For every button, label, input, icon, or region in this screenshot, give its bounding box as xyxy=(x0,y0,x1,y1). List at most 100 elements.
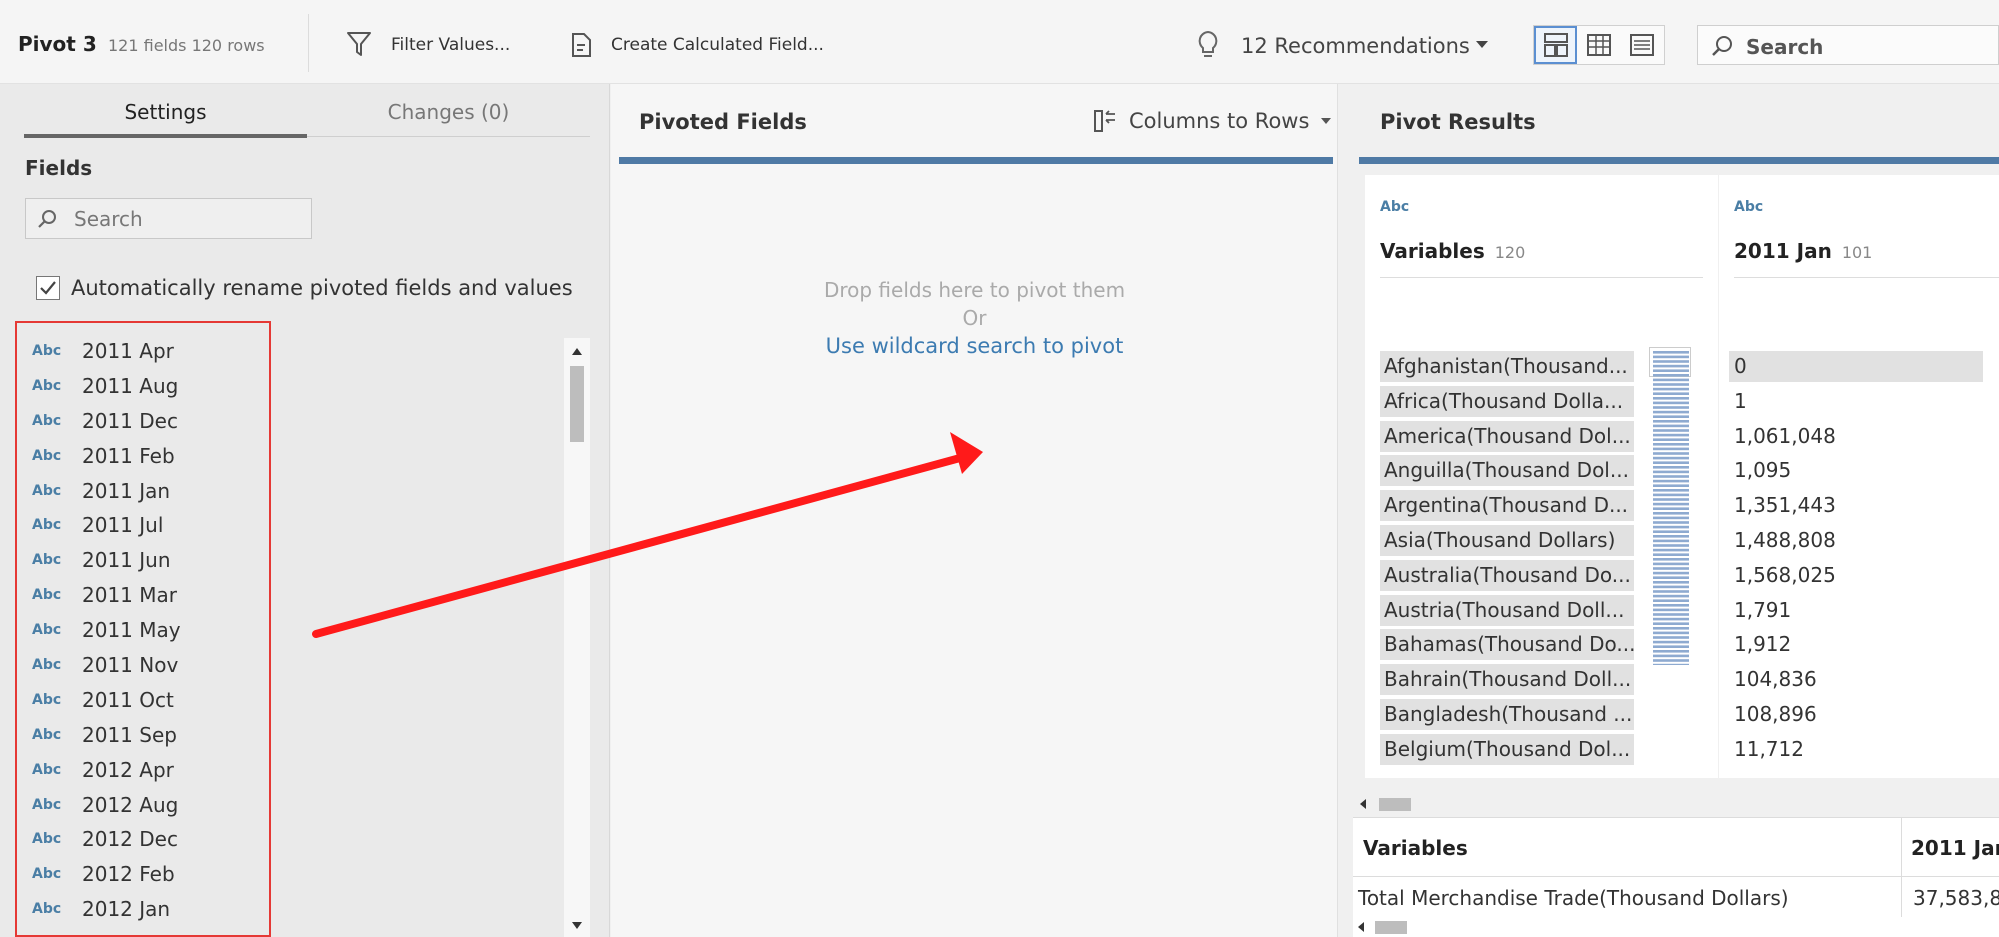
list-item[interactable]: 108,896 xyxy=(1729,697,1999,732)
histogram-bar xyxy=(1653,456,1689,460)
list-item[interactable]: Bahrain(Thousand Doll... xyxy=(1380,662,1634,697)
scroll-up-icon[interactable] xyxy=(571,346,583,356)
value-label: 1,568,025 xyxy=(1734,562,1836,587)
table-cell[interactable]: Total Merchandise Trade(Thousand Dollars… xyxy=(1358,886,1789,910)
value-label: 1,351,443 xyxy=(1734,493,1836,518)
histogram-bar xyxy=(1653,535,1689,538)
variables-card-header: Variables 120 xyxy=(1380,239,1525,263)
list-item[interactable]: Argentina(Thousand D... xyxy=(1380,488,1634,523)
list-item[interactable]: 1,488,808 xyxy=(1729,523,1999,558)
toolbar-divider xyxy=(308,14,309,72)
pivoted-fields-title: Pivoted Fields xyxy=(639,110,807,134)
field-list-item[interactable]: Abc 2011 Feb xyxy=(27,444,267,479)
filter-icon[interactable] xyxy=(346,30,372,58)
card-view-button[interactable] xyxy=(1534,26,1578,64)
auto-rename-checkbox[interactable] xyxy=(36,276,60,300)
list-item[interactable]: 1,351,443 xyxy=(1729,488,1999,523)
column-header-2011-jan[interactable]: 2011 Jan xyxy=(1911,836,1999,860)
wildcard-search-link[interactable]: Use wildcard search to pivot xyxy=(611,334,1338,358)
list-item[interactable]: Afghanistan(Thousand... xyxy=(1380,349,1634,384)
table-view-button[interactable] xyxy=(1577,26,1620,64)
field-name: 2011 May xyxy=(82,618,181,643)
list-item[interactable]: Belgium(Thousand Dol... xyxy=(1380,732,1634,767)
scrollbar-thumb[interactable] xyxy=(1379,798,1411,811)
field-list-item[interactable]: Abc 2011 Oct xyxy=(27,688,267,723)
field-list-scrollbar[interactable] xyxy=(564,338,590,937)
histogram-bar xyxy=(1653,627,1689,630)
list-item[interactable]: America(Thousand Dol... xyxy=(1380,419,1634,454)
field-list-item[interactable]: Abc 2012 Jan xyxy=(27,897,267,932)
toolbar-search-placeholder: Search xyxy=(1746,35,1824,59)
list-item[interactable]: 1,912 xyxy=(1729,627,1999,662)
list-view-button[interactable] xyxy=(1621,26,1664,64)
list-item[interactable]: 1,791 xyxy=(1729,593,1999,628)
field-list-item[interactable]: Abc 2011 Sep xyxy=(27,723,267,758)
histogram-bar xyxy=(1653,562,1689,566)
field-list-item[interactable]: Abc 2012 Aug xyxy=(27,793,267,828)
list-item[interactable]: Africa(Thousand Dolla... xyxy=(1380,384,1634,419)
jan-2011-profile-card[interactable]: Abc 2011 Jan 101 0 1 1,061,048 1,095 1,351,44… xyxy=(1719,175,1999,778)
lightbulb-icon[interactable] xyxy=(1196,30,1220,60)
list-item[interactable]: Asia(Thousand Dollars) xyxy=(1380,523,1634,558)
field-list-item[interactable]: Abc 2012 Apr xyxy=(27,758,267,793)
field-list-item[interactable]: Abc 2012 Feb xyxy=(27,862,267,897)
value-label: 1,488,808 xyxy=(1734,527,1836,552)
chevron-down-icon[interactable] xyxy=(1474,36,1490,52)
table-cell[interactable]: 37,583,82 xyxy=(1913,886,1999,910)
string-type-icon: Abc xyxy=(32,412,62,429)
scroll-left-icon[interactable] xyxy=(1357,922,1365,932)
columns-to-rows-icon[interactable] xyxy=(1093,108,1117,134)
create-calculated-field-button[interactable]: Create Calculated Field... xyxy=(611,35,824,55)
step-title[interactable]: Pivot 3 xyxy=(18,32,97,56)
column-header-variables[interactable]: Variables xyxy=(1363,836,1468,860)
tab-changes[interactable]: Changes (0) xyxy=(307,100,590,140)
card-divider xyxy=(1734,277,1999,278)
list-item[interactable]: 1 xyxy=(1729,384,1999,419)
list-item[interactable]: 104,836 xyxy=(1729,662,1999,697)
chevron-down-icon[interactable] xyxy=(1321,116,1331,126)
list-item[interactable]: Australia(Thousand Do... xyxy=(1380,558,1634,593)
recommendations-button[interactable]: 12 Recommendations xyxy=(1241,34,1470,58)
search-icon xyxy=(38,210,56,228)
filter-values-button[interactable]: Filter Values... xyxy=(391,35,510,55)
value-histogram[interactable] xyxy=(1649,347,1691,665)
list-item[interactable]: 1,095 xyxy=(1729,453,1999,488)
cards-horizontal-scrollbar[interactable] xyxy=(1359,794,1999,814)
field-list-item[interactable]: Abc 2012 Dec xyxy=(27,827,267,862)
list-item[interactable]: Anguilla(Thousand Dol... xyxy=(1380,453,1634,488)
grid-horizontal-scrollbar[interactable] xyxy=(1353,917,1999,937)
fields-search-input[interactable]: Search xyxy=(25,198,312,239)
field-list-item[interactable]: Abc 2011 Nov xyxy=(27,653,267,688)
value-label: Bangladesh(Thousand ... xyxy=(1384,701,1633,726)
field-list-item[interactable]: Abc 2011 May xyxy=(27,618,267,653)
list-item[interactable]: 11,712 xyxy=(1729,732,1999,767)
histogram-bar xyxy=(1653,438,1689,441)
toolbar-search-input[interactable]: Search xyxy=(1697,25,1999,65)
string-type-icon: Abc xyxy=(32,517,62,534)
list-item[interactable]: Austria(Thousand Doll... xyxy=(1380,593,1634,628)
list-item[interactable]: 1,061,048 xyxy=(1729,419,1999,454)
value-label: 1,061,048 xyxy=(1734,423,1836,448)
field-name: 2011 Jan xyxy=(1734,239,1832,263)
scroll-down-icon[interactable] xyxy=(571,921,583,931)
field-list-item[interactable]: Abc 2011 Jun xyxy=(27,548,267,583)
variables-profile-card[interactable]: Abc Variables 120 Afghanistan(Thousand...… xyxy=(1365,175,1718,778)
histogram-bar xyxy=(1653,516,1689,520)
scroll-left-icon[interactable] xyxy=(1359,799,1367,809)
field-list-item[interactable]: Abc 2011 Dec xyxy=(27,409,267,444)
scrollbar-thumb[interactable] xyxy=(1375,921,1407,934)
field-list-item[interactable]: Abc 2011 Mar xyxy=(27,583,267,618)
scrollbar-thumb[interactable] xyxy=(570,366,584,442)
field-list-item[interactable]: Abc 2011 Jul xyxy=(27,513,267,548)
field-list-item[interactable]: Abc 2011 Aug xyxy=(27,374,267,409)
list-item[interactable]: Bahamas(Thousand Do... xyxy=(1380,627,1635,662)
field-list-item[interactable]: Abc 2011 Jan xyxy=(27,479,267,514)
pivot-type-dropdown[interactable]: Columns to Rows xyxy=(1129,109,1309,133)
list-item[interactable]: Bangladesh(Thousand ... xyxy=(1380,697,1634,732)
field-list-item[interactable]: Abc 2011 Apr xyxy=(27,339,267,374)
card-divider xyxy=(1380,277,1703,278)
list-item[interactable]: 0 xyxy=(1729,349,1999,384)
list-item[interactable]: 1,568,025 xyxy=(1729,558,1999,593)
calculated-field-icon[interactable] xyxy=(570,32,592,58)
search-icon xyxy=(1712,36,1732,56)
